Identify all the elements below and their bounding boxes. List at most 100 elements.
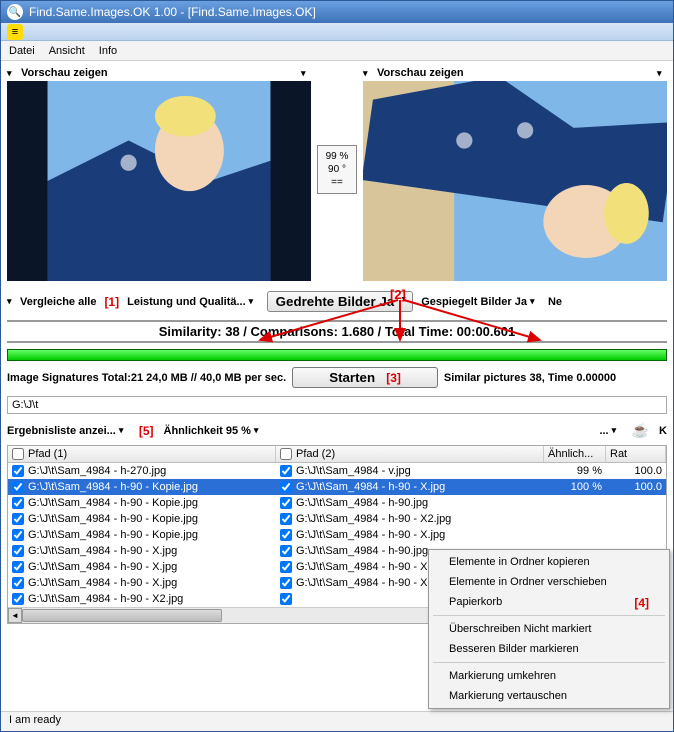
row-check-1[interactable] — [12, 497, 24, 509]
similarity-dropdown[interactable]: Ähnlichkeit 95 % ▾ — [164, 425, 264, 437]
ctx-move[interactable]: Elemente in Ordner verschieben — [431, 572, 667, 592]
row-check-2[interactable] — [280, 513, 292, 525]
ctx-copy[interactable]: Elemente in Ordner kopieren — [431, 552, 667, 572]
option-more[interactable]: Ne — [548, 296, 562, 308]
row-check-2[interactable] — [280, 481, 292, 493]
table-row[interactable]: G:\J\t\Sam_4984 - h-270.jpg G:\J\t\Sam_49… — [8, 463, 666, 479]
row-path1: G:\J\t\Sam_4984 - h-90 - Kopie.jpg — [28, 513, 198, 525]
table-row[interactable]: G:\J\t\Sam_4984 - h-90 - Kopie.jpg G:\J\t… — [8, 527, 666, 543]
row-path1: G:\J\t\Sam_4984 - h-90 - X2.jpg — [28, 593, 183, 605]
option-performance-label: Leistung und Qualitä... — [127, 296, 246, 308]
table-header: Pfad (1) Pfad (2) Ähnlich... Rat — [8, 446, 666, 463]
col-rat-label: Rat — [610, 448, 627, 460]
similarity-label: Ähnlichkeit 95 % — [164, 425, 251, 437]
row-check-1[interactable] — [12, 513, 24, 525]
row-path1: G:\J\t\Sam_4984 - h-90 - Kopie.jpg — [28, 529, 198, 541]
table-row[interactable]: G:\J\t\Sam_4984 - h-90 - Kopie.jpgG:\J\t… — [8, 495, 666, 511]
preview-right-pane: ▾ Vorschau zeigen ▾ — [363, 65, 667, 281]
ctx-invert[interactable]: Markierung umkehren — [431, 666, 667, 686]
col-path1[interactable]: Pfad (1) — [8, 446, 276, 462]
compare-info-box: 99 % 90 ° == — [317, 145, 357, 194]
preview-right-toggle[interactable]: ▾ Vorschau zeigen ▾ — [363, 65, 667, 81]
start-button[interactable]: Starten [3] — [292, 367, 438, 388]
col-path1-check[interactable] — [12, 448, 24, 460]
ctx-trash[interactable]: Papierkorb [4] — [431, 592, 667, 612]
menu-info[interactable]: Info — [99, 45, 117, 57]
row-check-2[interactable] — [280, 545, 292, 557]
preview-left-toggle[interactable]: ▾ Vorschau zeigen ▾ — [7, 65, 311, 81]
chevron-down-icon: ▾ — [301, 68, 311, 79]
preview-left-image[interactable] — [7, 81, 311, 281]
result-list-label: Ergebnisliste anzei... — [7, 425, 116, 437]
chevron-down-icon: ▾ — [530, 296, 540, 307]
result-list-dropdown[interactable]: Ergebnisliste anzei... ▾ — [7, 425, 129, 437]
row-check-1[interactable] — [12, 593, 24, 605]
ctx-separator — [433, 615, 665, 616]
row-sim: 100 % — [571, 481, 602, 493]
more-label: ... — [599, 425, 608, 437]
window-title: Find.Same.Images.OK 1.00 - [Find.Same.Im… — [29, 5, 316, 19]
ctx-separator — [433, 662, 665, 663]
row-check-2[interactable] — [280, 529, 292, 541]
status-bar: I am ready — [1, 711, 673, 731]
ctx-mark-better[interactable]: Besseren Bilder markieren — [431, 639, 667, 659]
ctx-swap[interactable]: Markierung vertauschen — [431, 686, 667, 706]
annotation-1: [1] — [104, 295, 119, 309]
row-path2: G:\J\t\Sam_4984 - h-90.jpg — [296, 497, 428, 509]
chevron-down-icon: ▾ — [612, 425, 622, 436]
row-check-1[interactable] — [12, 545, 24, 557]
row-rat: 100.0 — [634, 465, 662, 477]
status-text: I am ready — [9, 714, 61, 726]
menu-file[interactable]: Datei — [9, 45, 35, 57]
col-path2-check[interactable] — [280, 448, 292, 460]
row-check-2[interactable] — [280, 577, 292, 589]
option-mirrored[interactable]: Gespiegelt Bilder Ja ▾ — [421, 296, 540, 308]
ctx-overwrite[interactable]: Überschreiben Nicht markiert — [431, 619, 667, 639]
row-check-1[interactable] — [12, 529, 24, 541]
table-row[interactable]: G:\J\t\Sam_4984 - h-90 - Kopie.jpgG:\J\t… — [8, 479, 666, 495]
row-path2: G:\J\t\Sam_4984 - h-90 - X.jpg — [296, 529, 445, 541]
row-check-1[interactable] — [12, 577, 24, 589]
row-path1: G:\J\t\Sam_4984 - h-90 - X.jpg — [28, 577, 177, 589]
row-check-2[interactable] — [280, 497, 292, 509]
row-path1: G:\J\t\Sam_4984 - h-270.jpg — [28, 465, 166, 477]
menu-view[interactable]: Ansicht — [49, 45, 85, 57]
filter-row: Ergebnisliste anzei... ▾ [5] Ähnlichkeit… — [7, 422, 667, 439]
preview-right-image[interactable] — [363, 81, 667, 281]
coffee-icon[interactable]: ☕ — [632, 422, 649, 439]
row-path1: G:\J\t\Sam_4984 - h-90 - X.jpg — [28, 545, 177, 557]
more-dropdown[interactable]: ... ▾ — [599, 425, 621, 437]
mdi-icon: ≡ — [7, 24, 23, 40]
row-check-1[interactable] — [12, 465, 24, 477]
k-label: K — [659, 425, 667, 437]
option-compare-all-label: Vergleiche alle — [20, 296, 96, 308]
scroll-thumb[interactable] — [22, 609, 222, 622]
scroll-left-arrow[interactable]: ◄ — [8, 608, 22, 623]
row-path1: G:\J\t\Sam_4984 - h-90 - Kopie.jpg — [28, 481, 198, 493]
row-check-1[interactable] — [12, 561, 24, 573]
col-path2[interactable]: Pfad (2) — [276, 446, 544, 462]
annotation-3: [3] — [386, 371, 401, 385]
col-sim[interactable]: Ähnlich... — [544, 446, 606, 462]
app-icon: 🔍 — [7, 4, 23, 20]
option-compare-all[interactable]: ▾ Vergleiche alle — [7, 296, 96, 308]
row-check-2[interactable] — [280, 561, 292, 573]
row-check-2[interactable] — [280, 593, 292, 605]
preview-left-pane: ▾ Vorschau zeigen ▾ — [7, 65, 311, 281]
start-button-label: Starten — [329, 370, 375, 385]
ctx-trash-label: Papierkorb — [449, 596, 502, 608]
col-path1-label: Pfad (1) — [28, 448, 67, 460]
row-check-2[interactable] — [280, 465, 292, 477]
row-path2: G:\J\t\Sam_4984 - v.jpg — [296, 465, 411, 477]
path-input[interactable] — [7, 396, 667, 414]
menubar: Datei Ansicht Info — [1, 41, 673, 61]
table-row[interactable]: G:\J\t\Sam_4984 - h-90 - Kopie.jpgG:\J\t… — [8, 511, 666, 527]
row-path2: G:\J\t\Sam_4984 - h-90 - X.jpg — [296, 577, 445, 589]
preview-right-label: Vorschau zeigen — [377, 67, 464, 79]
col-rat[interactable]: Rat — [606, 446, 666, 462]
chevron-down-icon: ▾ — [657, 68, 667, 79]
row-path1: G:\J\t\Sam_4984 - h-90 - X.jpg — [28, 561, 177, 573]
row-check-1[interactable] — [12, 481, 24, 493]
titlebar[interactable]: 🔍 Find.Same.Images.OK 1.00 - [Find.Same.… — [1, 1, 673, 23]
option-performance[interactable]: Leistung und Qualitä... ▾ — [127, 296, 259, 308]
